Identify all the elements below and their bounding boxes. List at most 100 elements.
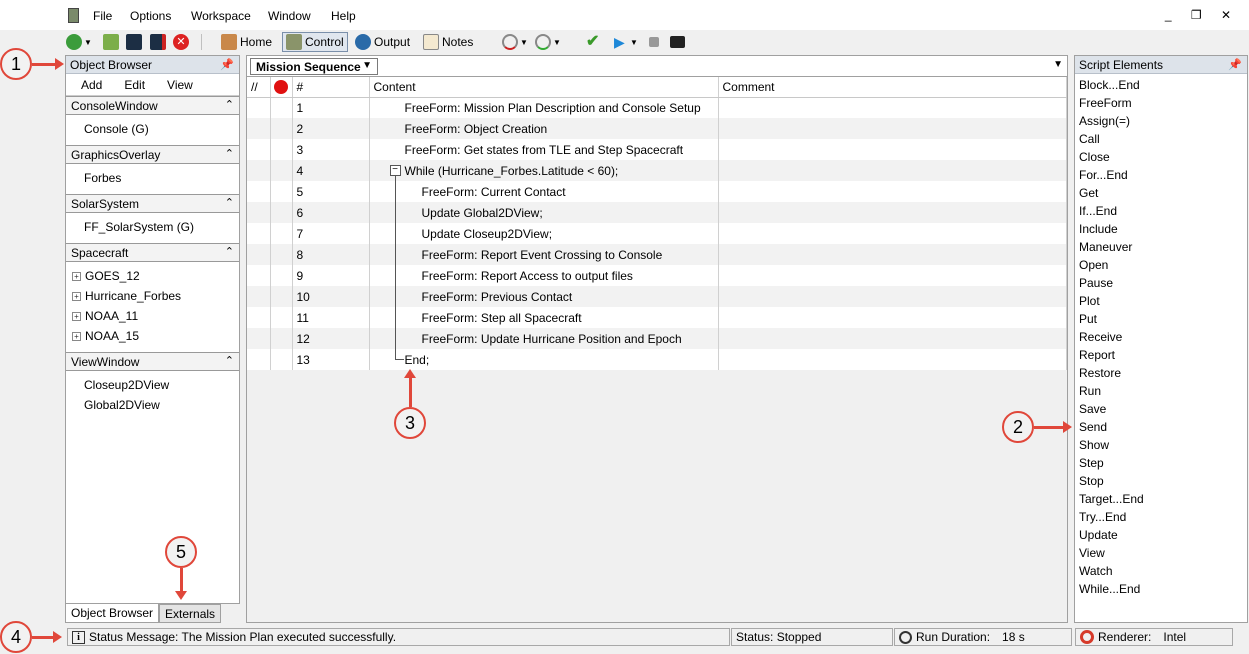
tree-item[interactable]: + NOAA_11 [72, 306, 239, 326]
group-header-spacecraft[interactable]: Spacecraft ⌃ [66, 243, 239, 262]
row-comment[interactable] [718, 97, 1067, 118]
disable-cell[interactable] [247, 286, 271, 307]
open-button[interactable] [103, 32, 119, 52]
script-element-item[interactable]: Restore [1079, 364, 1247, 382]
table-row[interactable]: 12 FreeForm: Update Hurricane Position a… [247, 328, 1067, 349]
disable-cell[interactable] [247, 97, 271, 118]
disable-cell[interactable] [247, 244, 271, 265]
stop-button[interactable] [649, 32, 659, 52]
add-button[interactable]: Add [81, 78, 102, 92]
breakpoint-cell[interactable] [270, 202, 293, 223]
script-element-item[interactable]: Put [1079, 310, 1247, 328]
row-content[interactable]: FreeForm: Object Creation [369, 118, 719, 139]
disable-cell[interactable] [247, 328, 271, 349]
script-element-item[interactable]: Send [1079, 418, 1247, 436]
table-row[interactable]: 6 Update Global2DView; [247, 202, 1067, 223]
table-row[interactable]: 10 FreeForm: Previous Contact [247, 286, 1067, 307]
tab-externals[interactable]: Externals [159, 604, 222, 623]
row-comment[interactable] [718, 244, 1067, 265]
row-content[interactable]: FreeForm: Mission Plan Description and C… [369, 97, 719, 118]
script-element-item[interactable]: Watch [1079, 562, 1247, 580]
tab-object-browser[interactable]: Object Browser [65, 604, 160, 623]
script-element-item[interactable]: Show [1079, 436, 1247, 454]
column-breakpoint[interactable] [270, 77, 293, 98]
menu-file[interactable]: File [93, 9, 112, 23]
group-header-viewwindow[interactable]: ViewWindow ⌃ [66, 352, 239, 371]
disable-cell[interactable] [247, 181, 271, 202]
script-element-item[interactable]: View [1079, 544, 1247, 562]
script-element-item[interactable]: Block...End [1079, 76, 1247, 94]
run-button[interactable]: ▶ ▼ [614, 32, 638, 52]
row-content[interactable]: FreeForm: Report Event Crossing to Conso… [369, 244, 719, 265]
table-row[interactable]: 8 FreeForm: Report Event Crossing to Con… [247, 244, 1067, 265]
disable-cell[interactable] [247, 160, 271, 181]
row-content[interactable]: FreeForm: Get states from TLE and Step S… [369, 139, 719, 160]
script-element-item[interactable]: Plot [1079, 292, 1247, 310]
menu-window[interactable]: Window [268, 9, 311, 23]
object-item[interactable]: Global2DView [84, 395, 239, 415]
table-row[interactable]: 13 End; [247, 349, 1067, 370]
tree-item[interactable]: + Hurricane_Forbes [72, 286, 239, 306]
row-comment[interactable] [718, 307, 1067, 328]
table-row[interactable]: 2 FreeForm: Object Creation [247, 118, 1067, 139]
home-button[interactable]: Home [218, 32, 275, 52]
group-header-consolewindow[interactable]: ConsoleWindow ⌃ [66, 96, 239, 115]
row-content[interactable]: FreeForm: Report Access to output files [369, 265, 719, 286]
table-row[interactable]: 11 FreeForm: Step all Spacecraft [247, 307, 1067, 328]
disable-cell[interactable] [247, 265, 271, 286]
breakpoint-cell[interactable] [270, 97, 293, 118]
script-element-item[interactable]: Close [1079, 148, 1247, 166]
disable-cell[interactable] [247, 307, 271, 328]
step-into-button[interactable]: ▼ [502, 32, 528, 52]
row-comment[interactable] [718, 265, 1067, 286]
script-element-item[interactable]: Assign(=) [1079, 112, 1247, 130]
check-syntax-button[interactable]: ✔ [586, 32, 602, 52]
script-element-item[interactable]: FreeForm [1079, 94, 1247, 112]
script-element-item[interactable]: Receive [1079, 328, 1247, 346]
script-element-item[interactable]: Save [1079, 400, 1247, 418]
script-element-item[interactable]: Run [1079, 382, 1247, 400]
row-content[interactable]: Update Global2DView; [369, 202, 719, 223]
disable-cell[interactable] [247, 139, 271, 160]
script-element-item[interactable]: Report [1079, 346, 1247, 364]
script-element-item[interactable]: If...End [1079, 202, 1247, 220]
window-controls[interactable]: _ ❐ ✕ [1165, 8, 1239, 22]
script-element-item[interactable]: Update [1079, 526, 1247, 544]
menu-help[interactable]: Help [331, 9, 356, 23]
row-comment[interactable] [718, 202, 1067, 223]
script-element-item[interactable]: Maneuver [1079, 238, 1247, 256]
script-element-item[interactable]: For...End [1079, 166, 1247, 184]
script-element-item[interactable]: Include [1079, 220, 1247, 238]
record-button[interactable] [670, 32, 685, 52]
collapse-icon[interactable]: − [389, 165, 401, 176]
row-content[interactable]: FreeForm: Previous Contact [369, 286, 719, 307]
row-content[interactable]: FreeForm: Current Contact [369, 181, 719, 202]
object-item[interactable]: Closeup2DView [84, 375, 239, 395]
pin-icon[interactable]: 📌 [220, 58, 234, 71]
disable-cell[interactable] [247, 118, 271, 139]
table-row[interactable]: 4 − While (Hurricane_Forbes.Latitude < 6… [247, 160, 1067, 192]
disable-cell[interactable] [247, 349, 271, 370]
column-comment[interactable]: Comment [718, 77, 1067, 98]
sequence-selector[interactable]: Mission Sequence ▼ [250, 58, 378, 75]
disable-cell[interactable] [247, 223, 271, 244]
menu-options[interactable]: Options [130, 9, 171, 23]
breakpoint-cell[interactable] [270, 181, 293, 202]
table-row[interactable]: 1 FreeForm: Mission Plan Description and… [247, 97, 1067, 118]
row-comment[interactable] [718, 118, 1067, 139]
expand-icon[interactable]: + [72, 292, 81, 302]
script-element-item[interactable]: Stop [1079, 472, 1247, 490]
pin-icon[interactable]: 📌 [1228, 58, 1242, 71]
collapse-icon[interactable]: ⌃ [225, 98, 234, 111]
row-content-while[interactable]: − While (Hurricane_Forbes.Latitude < 60)… [369, 160, 719, 192]
row-comment[interactable] [718, 160, 1067, 181]
row-content[interactable]: FreeForm: Update Hurricane Position and … [369, 328, 719, 349]
column-content[interactable]: Content [369, 77, 719, 98]
breakpoint-cell[interactable] [270, 118, 293, 139]
script-element-item[interactable]: Try...End [1079, 508, 1247, 526]
expand-icon[interactable]: + [72, 312, 81, 322]
expand-icon[interactable]: + [72, 332, 81, 342]
expand-sequence-icon[interactable]: ▼ [1053, 59, 1063, 70]
row-comment[interactable] [718, 328, 1067, 349]
row-comment[interactable] [718, 349, 1067, 370]
